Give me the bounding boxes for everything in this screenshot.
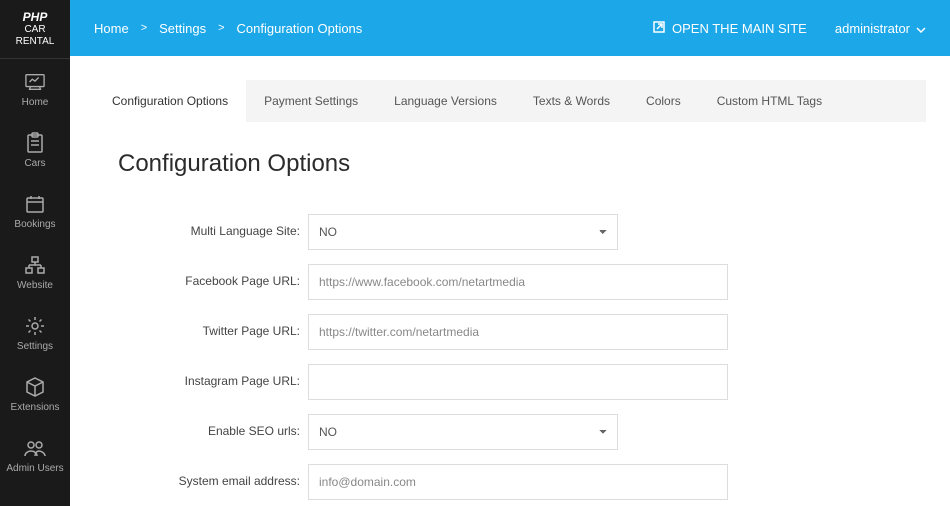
chevron-down-icon	[916, 21, 926, 36]
breadcrumb-sep: >	[218, 22, 224, 34]
calendar-icon	[24, 193, 46, 215]
page-title: Configuration Options	[118, 150, 902, 178]
tab-language-versions[interactable]: Language Versions	[376, 80, 515, 122]
sitemap-icon	[24, 254, 46, 276]
open-site-label: OPEN THE MAIN SITE	[672, 21, 807, 36]
breadcrumb-settings[interactable]: Settings	[159, 21, 206, 36]
open-main-site-link[interactable]: OPEN THE MAIN SITE	[652, 20, 807, 37]
multi-lang-label: Multi Language Site:	[118, 224, 308, 240]
sidebar-item-label: Home	[22, 97, 49, 108]
tabs: Configuration Options Payment Settings L…	[94, 80, 926, 122]
breadcrumb-home[interactable]: Home	[94, 21, 129, 36]
sidebar-item-extensions[interactable]: Extensions	[0, 364, 70, 425]
logo-line3: RENTAL	[4, 36, 66, 48]
sidebar-item-home[interactable]: Home	[0, 59, 70, 120]
sidebar-item-label: Extensions	[11, 402, 60, 413]
tab-custom-html-tags[interactable]: Custom HTML Tags	[699, 80, 840, 122]
sidebar-item-label: Cars	[24, 158, 45, 169]
tab-texts-words[interactable]: Texts & Words	[515, 80, 628, 122]
clipboard-icon	[24, 132, 46, 154]
sidebar-item-website[interactable]: Website	[0, 242, 70, 303]
breadcrumb-current: Configuration Options	[237, 21, 363, 36]
sidebar-item-label: Settings	[17, 341, 53, 352]
facebook-input[interactable]	[308, 264, 728, 300]
gear-icon	[24, 315, 46, 337]
user-label: administrator	[835, 21, 910, 36]
instagram-input[interactable]	[308, 364, 728, 400]
tab-configuration-options[interactable]: Configuration Options	[94, 80, 246, 122]
sidebar-item-bookings[interactable]: Bookings	[0, 181, 70, 242]
external-link-icon	[652, 20, 666, 37]
twitter-label: Twitter Page URL:	[118, 324, 308, 340]
user-menu[interactable]: administrator	[835, 21, 926, 36]
seo-select[interactable]: NO	[308, 414, 618, 450]
sidebar-item-cars[interactable]: Cars	[0, 120, 70, 181]
breadcrumb: Home > Settings > Configuration Options	[94, 21, 362, 36]
email-addr-label: System email address:	[118, 474, 308, 490]
twitter-input[interactable]	[308, 314, 728, 350]
sidebar: PHP CAR RENTAL Home Cars Bookings Websit…	[0, 0, 70, 506]
facebook-label: Facebook Page URL:	[118, 274, 308, 290]
tab-colors[interactable]: Colors	[628, 80, 699, 122]
cube-icon	[24, 376, 46, 398]
seo-label: Enable SEO urls:	[118, 424, 308, 440]
logo: PHP CAR RENTAL	[0, 0, 70, 59]
tab-payment-settings[interactable]: Payment Settings	[246, 80, 376, 122]
logo-line2: CAR	[4, 24, 66, 36]
sidebar-item-label: Admin Users	[6, 463, 63, 474]
multi-lang-select[interactable]: NO	[308, 214, 618, 250]
instagram-label: Instagram Page URL:	[118, 374, 308, 390]
sidebar-item-label: Bookings	[14, 219, 55, 230]
logo-line1: PHP	[4, 10, 66, 24]
sidebar-item-admin-users[interactable]: Admin Users	[0, 425, 70, 486]
topbar: Home > Settings > Configuration Options …	[70, 0, 950, 56]
monitor-icon	[24, 71, 46, 93]
sidebar-item-settings[interactable]: Settings	[0, 303, 70, 364]
users-icon	[24, 437, 46, 459]
sidebar-item-label: Website	[17, 280, 53, 291]
breadcrumb-sep: >	[141, 22, 147, 34]
email-addr-input[interactable]	[308, 464, 728, 500]
